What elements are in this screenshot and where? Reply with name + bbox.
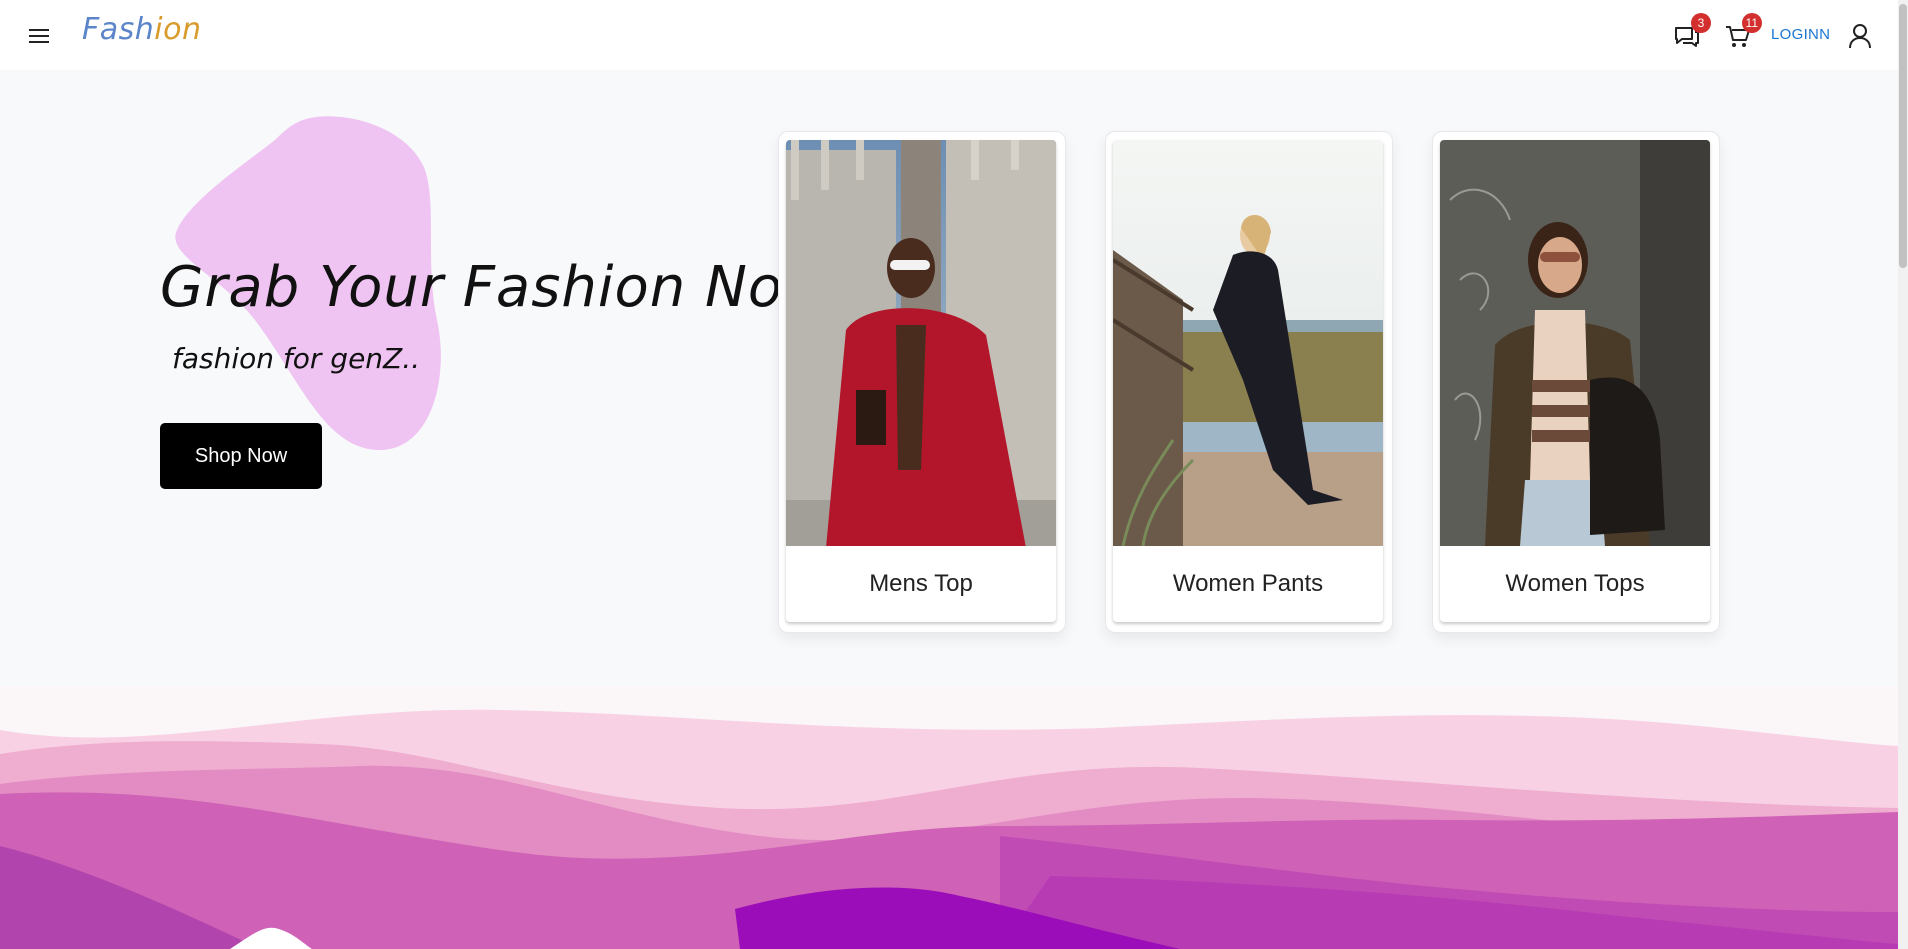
account-button[interactable] [1844, 20, 1876, 52]
mens-top-photo [786, 140, 1056, 546]
women-pants-photo [1113, 140, 1383, 546]
scrollbar[interactable] [1898, 0, 1908, 949]
scrollbar-thumb[interactable] [1899, 4, 1907, 268]
card-label: Women Pants [1172, 570, 1324, 597]
app-bar: Fashion 3 11 LOGINN [0, 0, 1898, 70]
category-card-women-pants[interactable]: Women Pants [1105, 131, 1393, 633]
menu-button[interactable] [25, 25, 53, 47]
user-icon [1849, 24, 1871, 49]
hero-title: Grab Your Fashion Now [160, 255, 830, 320]
card-content: Women Tops [1440, 140, 1710, 622]
brand-logo[interactable]: Fashion [82, 12, 202, 47]
login-link[interactable]: LOGINN [1771, 26, 1830, 43]
page: Fashion 3 11 LOGINN Grab Your Fashion No… [0, 0, 1898, 949]
card-label: Women Tops [1505, 570, 1645, 597]
category-card-women-tops[interactable]: Women Tops [1432, 131, 1720, 633]
cart-button[interactable]: 11 [1722, 13, 1762, 52]
card-content: Mens Top [786, 140, 1056, 622]
cart-badge: 11 [1741, 13, 1762, 33]
messages-badge: 3 [1691, 13, 1711, 33]
hero-subtitle: fashion for genZ.. [172, 342, 421, 375]
category-card-mens-top[interactable]: Mens Top [778, 131, 1066, 633]
card-label: Mens Top [869, 570, 973, 597]
shop-now-button[interactable]: Shop Now [160, 423, 322, 489]
messages-button[interactable]: 3 [1671, 13, 1711, 52]
card-content: Women Pants [1113, 140, 1383, 622]
wave-decoration [0, 686, 1898, 949]
women-tops-photo [1440, 140, 1710, 546]
menu-icon [25, 29, 53, 43]
